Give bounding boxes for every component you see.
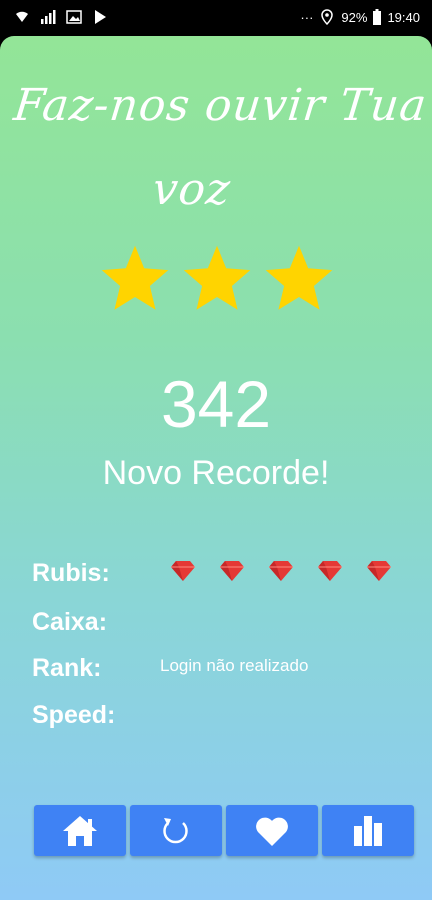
star-icon xyxy=(183,245,251,310)
title-line-1: Faz-nos ouvir Tua xyxy=(11,80,430,131)
ruby-icon xyxy=(171,561,195,581)
page-title: Faz-nos ouvir Tua voz xyxy=(0,64,432,232)
result-card: Faz-nos ouvir Tua voz 342 Novo Recorde! … xyxy=(0,36,432,900)
wifi-icon xyxy=(16,11,28,22)
location-icon xyxy=(321,9,334,25)
rubis-gems xyxy=(170,560,392,582)
favorite-button[interactable] xyxy=(226,805,318,856)
ruby-icon xyxy=(220,561,244,581)
speed-label: Speed: xyxy=(32,701,116,729)
star-icon xyxy=(101,245,169,310)
ruby-icon xyxy=(318,561,342,581)
home-icon xyxy=(63,815,97,846)
rubis-label: Rubis: xyxy=(32,559,110,587)
refresh-icon xyxy=(163,817,188,843)
leaderboard-icon xyxy=(354,815,382,846)
play-store-icon xyxy=(95,10,106,24)
home-button[interactable] xyxy=(34,805,126,856)
title-line-2: voz xyxy=(150,164,234,215)
star-rating xyxy=(96,241,338,317)
bottom-button-bar xyxy=(34,805,414,856)
heart-icon xyxy=(256,817,288,846)
battery-percent: 92% xyxy=(341,9,368,25)
ruby-icon xyxy=(269,561,293,581)
clock: 19:40 xyxy=(387,9,420,25)
battery-icon xyxy=(373,9,382,25)
caixa-label: Caixa: xyxy=(32,608,108,636)
new-record-text: Novo Recorde! xyxy=(102,454,330,492)
score-value: 342 xyxy=(160,367,272,441)
status-dots: ··· xyxy=(300,9,314,25)
star-icon xyxy=(265,245,333,310)
rank-value: Login não realizado xyxy=(160,656,309,675)
leaderboard-button[interactable] xyxy=(322,805,414,856)
rank-label: Rank: xyxy=(32,654,102,682)
status-bar: ··· 92% 19:40 xyxy=(0,0,432,36)
signal-icon xyxy=(41,10,56,24)
image-icon xyxy=(66,10,82,24)
ruby-icon xyxy=(367,561,391,581)
replay-button[interactable] xyxy=(130,805,222,856)
